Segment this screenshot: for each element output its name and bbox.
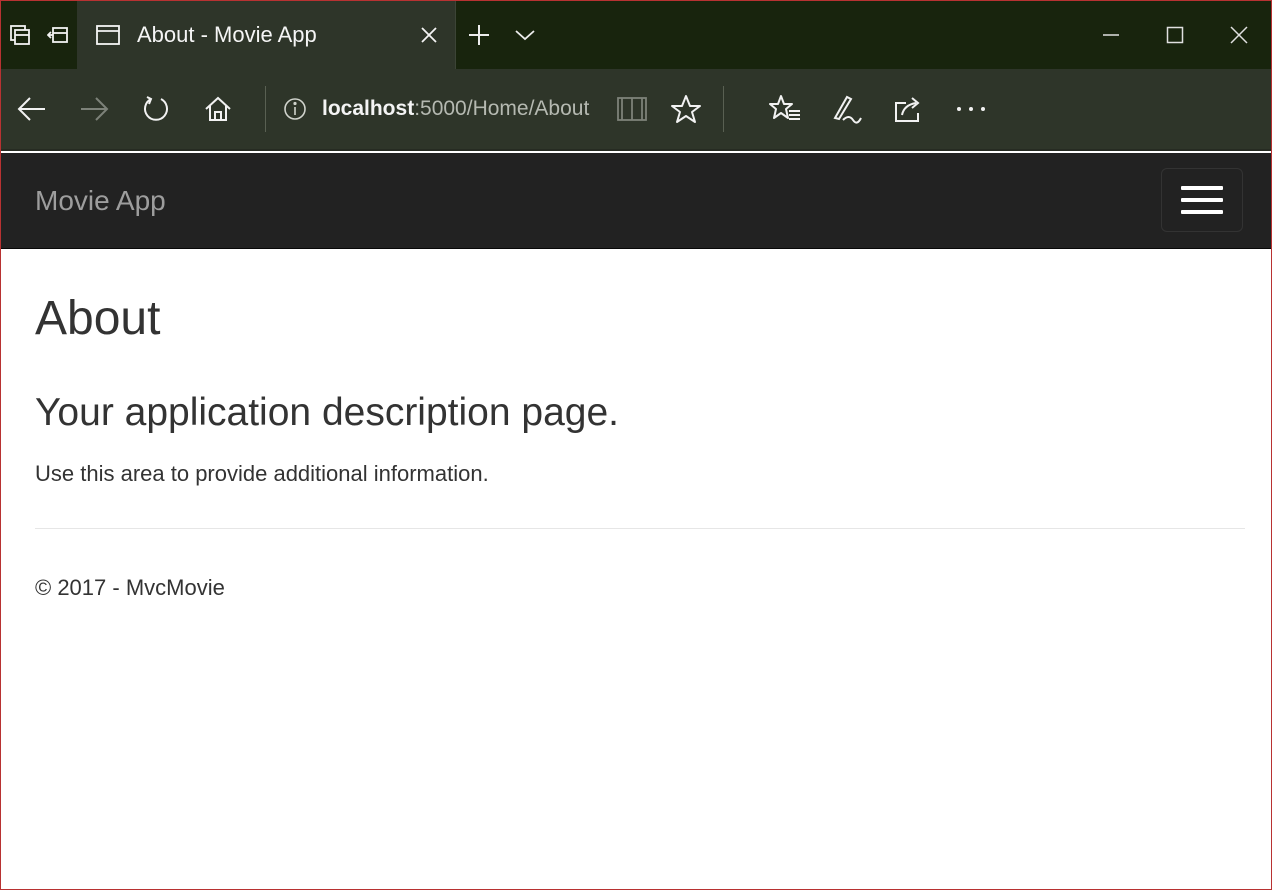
maximize-button[interactable] <box>1143 1 1207 69</box>
back-arrow-icon <box>17 96 47 122</box>
share-button[interactable] <box>878 68 940 150</box>
minimize-button[interactable] <box>1079 1 1143 69</box>
page-body-text: Use this area to provide additional info… <box>35 461 489 486</box>
favorites-list-icon <box>769 94 801 124</box>
pen-icon <box>831 94 863 124</box>
chevron-down-icon <box>514 28 536 42</box>
new-tab-button[interactable] <box>456 1 502 69</box>
active-tab[interactable]: About - Movie App <box>77 1 455 69</box>
page-icon <box>95 24 121 46</box>
page-subtitle: Your application description page. <box>35 391 619 434</box>
add-favorite-button[interactable] <box>661 68 711 150</box>
plus-icon <box>467 23 491 47</box>
site-navbar: Movie App <box>1 153 1271 249</box>
info-icon[interactable] <box>280 97 310 121</box>
navbar-toggle-button[interactable] <box>1161 168 1243 232</box>
close-icon <box>1230 26 1248 44</box>
web-note-button[interactable] <box>816 68 878 150</box>
back-button[interactable] <box>1 68 63 150</box>
browser-toolbar: localhost:5000/Home/About <box>1 69 1271 151</box>
forward-button[interactable] <box>63 68 125 150</box>
url-path: :5000/Home/About <box>414 97 590 120</box>
url-text[interactable]: localhost:5000/Home/About <box>322 97 589 121</box>
more-icon <box>956 106 986 112</box>
share-icon <box>894 95 924 123</box>
browser-window: About - Movie App localhost:5000/Home/Ab… <box>0 0 1272 890</box>
page-title: About <box>35 292 161 345</box>
maximize-icon <box>1166 26 1184 44</box>
book-icon <box>616 96 648 122</box>
forward-arrow-icon <box>79 96 109 122</box>
set-aside-tabs-icon[interactable] <box>1 1 39 69</box>
address-bar[interactable]: localhost:5000/Home/About <box>280 68 589 150</box>
reading-view-button[interactable] <box>603 68 661 150</box>
toolbar-divider <box>265 86 266 132</box>
home-icon <box>204 95 232 123</box>
restore-tabs-icon[interactable] <box>39 1 77 69</box>
window-close-button[interactable] <box>1207 1 1271 69</box>
divider <box>35 528 1245 529</box>
navbar-brand[interactable]: Movie App <box>35 185 166 217</box>
toolbar-divider <box>723 86 725 132</box>
tab-title: About - Movie App <box>137 22 317 47</box>
refresh-icon <box>141 94 171 124</box>
tab-list-button[interactable] <box>502 1 548 69</box>
hamburger-icon <box>1181 186 1223 190</box>
favorites-hub-button[interactable] <box>754 68 816 150</box>
home-button[interactable] <box>187 68 249 150</box>
more-button[interactable] <box>940 68 1002 150</box>
refresh-button[interactable] <box>125 68 187 150</box>
minimize-icon <box>1102 33 1120 37</box>
close-icon[interactable] <box>417 23 441 47</box>
footer-text: © 2017 - MvcMovie <box>35 575 225 600</box>
tab-bar: About - Movie App <box>1 1 1271 69</box>
star-icon <box>670 94 702 124</box>
url-host: localhost <box>322 97 415 120</box>
